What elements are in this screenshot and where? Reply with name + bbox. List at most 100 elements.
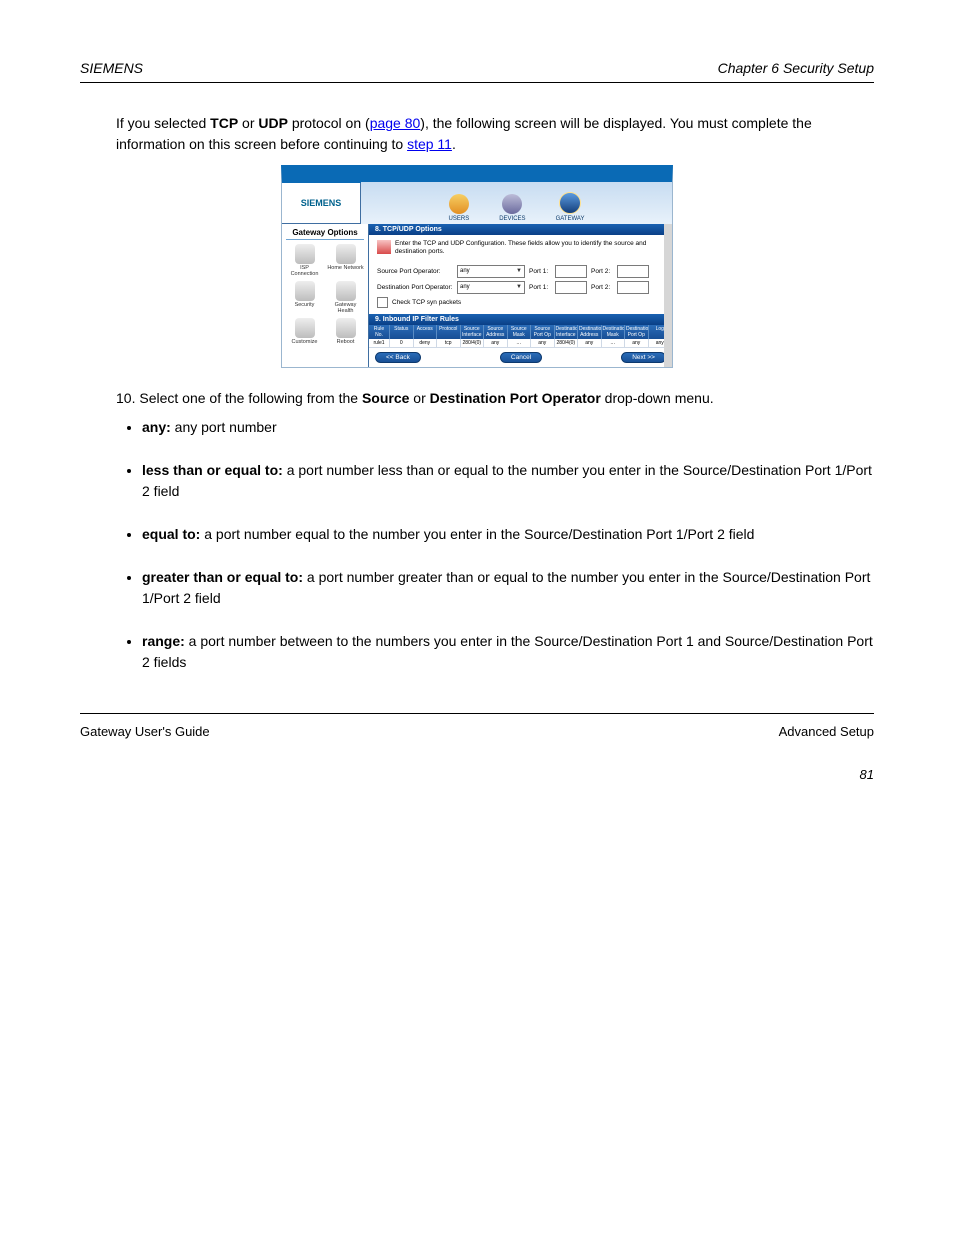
sidebar-item-isp[interactable]: ISP Connection (286, 244, 323, 277)
td: 0 (390, 339, 414, 348)
sidebar-item-label: Home Network (327, 265, 363, 271)
sidebar-item-label: Security (295, 302, 315, 308)
option-title: less than or equal to: (142, 462, 283, 478)
sidebar-item-customize[interactable]: Customize (286, 318, 323, 345)
intro-udp: UDP (258, 115, 288, 131)
sidebar-item-label: Gateway Health (335, 302, 357, 314)
intro-text4: . (452, 136, 456, 152)
page-footer: Gateway User's Guide Advanced Setup (80, 724, 874, 739)
step-text: Select one of the following from the (135, 390, 361, 406)
chevron-down-icon: ▼ (516, 268, 522, 274)
list-item: equal to: a port number equal to the num… (142, 524, 874, 545)
option-title: greater than or equal to: (142, 569, 303, 585)
header-left: SIEMENS (80, 60, 143, 76)
section-bar-rules: 9. Inbound IP Filter Rules (369, 314, 672, 325)
header-right: Chapter 6 Security Setup (718, 60, 874, 76)
tab-gateway-label: GATEWAY (556, 216, 585, 222)
table-row: rule1 0 deny tcp 280/4(0) any … any 280/… (369, 339, 672, 348)
th: Protocol (437, 325, 461, 339)
th: Destination Mask (602, 325, 626, 339)
td: any (578, 339, 602, 348)
sidebar-item-home[interactable]: Home Network (327, 244, 364, 277)
dst-port-label: Destination Port Operator: (377, 284, 453, 291)
page-number: 81 (80, 767, 874, 782)
chevron-down-icon: ▼ (516, 284, 522, 290)
option-body: any port number (171, 419, 277, 435)
cancel-button[interactable]: Cancel (500, 352, 542, 363)
dst-port2-label: Port 2: (591, 284, 613, 291)
tcp-syn-checkbox[interactable] (377, 297, 388, 308)
th: Source Address (484, 325, 508, 339)
td: deny (414, 339, 438, 348)
intro-text2: protocol on ( (288, 115, 370, 131)
th: Destination Port Op (625, 325, 649, 339)
embedded-screenshot: SIEMENS USERS DEVICES GATEWAY Gateway Op… (281, 165, 673, 368)
src-port2-input[interactable] (617, 265, 649, 278)
next-button[interactable]: Next >> (621, 352, 666, 363)
sidebar-item-label: Customize (292, 339, 318, 345)
brand-logo: SIEMENS (282, 183, 361, 223)
select-value: any (460, 268, 470, 274)
td: any (625, 339, 649, 348)
page-header: SIEMENS Chapter 6 Security Setup (80, 60, 874, 76)
tab-gateway[interactable]: GATEWAY (556, 192, 585, 222)
back-button[interactable]: << Back (375, 352, 421, 363)
src-port1-label: Port 1: (529, 268, 551, 275)
td: … (602, 339, 626, 348)
option-body: a port number equal to the number you en… (200, 526, 754, 542)
link-step-11[interactable]: step 11 (407, 136, 452, 152)
sidebar-item-security[interactable]: Security (286, 281, 323, 314)
list-item: any: any port number (142, 417, 874, 438)
src-port2-label: Port 2: (591, 268, 613, 275)
option-body: a port number between to the numbers you… (142, 633, 873, 670)
section-bar-tcpudp: 8. TCP/UDP Options (369, 224, 672, 235)
tcp-syn-label: Check TCP syn packets (392, 299, 461, 306)
tab-devices-label: DEVICES (499, 216, 525, 222)
tab-users[interactable]: USERS (449, 194, 470, 222)
list-item: greater than or equal to: a port number … (142, 567, 874, 609)
intro-tcp: TCP (210, 115, 238, 131)
link-page-80[interactable]: page 80 (370, 115, 421, 131)
sidebar-item-health[interactable]: Gateway Health (327, 281, 364, 314)
th: Destination Interface (555, 325, 579, 339)
th: Access (414, 325, 438, 339)
intro-paragraph: If you selected TCP or UDP protocol on (… (116, 113, 874, 155)
rules-table: Rule No. Status Access Protocol Source I… (369, 325, 672, 348)
src-port-operator-select[interactable]: any ▼ (457, 265, 525, 278)
tab-devices[interactable]: DEVICES (499, 194, 525, 222)
intro-text: If you selected (116, 115, 210, 131)
list-item: range: a port number between to the numb… (142, 631, 874, 673)
step-number: 10. (116, 390, 135, 406)
td: rule1 (369, 339, 390, 348)
sidebar-item-label: ISP Connection (291, 265, 319, 277)
intro-or: or (238, 115, 258, 131)
bold-source: Source (362, 390, 409, 406)
td: … (508, 339, 532, 348)
td: any (531, 339, 555, 348)
section-note: Enter the TCP and UDP Configuration. The… (395, 240, 664, 256)
td: any (484, 339, 508, 348)
options-list: any: any port number less than or equal … (124, 417, 874, 673)
th: Source Port Op (531, 325, 555, 339)
scrollbar[interactable] (664, 224, 672, 367)
sidebar: Gateway Options ISP Connection Home Netw… (282, 224, 369, 367)
option-title: any: (142, 419, 171, 435)
footer-rule (80, 713, 874, 714)
step-tail: drop-down menu. (601, 390, 714, 406)
dst-port-operator-select[interactable]: any ▼ (457, 281, 525, 294)
select-value: any (460, 284, 470, 290)
step-or: or (409, 390, 429, 406)
src-port1-input[interactable] (555, 265, 587, 278)
option-title: range: (142, 633, 185, 649)
dst-port2-input[interactable] (617, 281, 649, 294)
option-title: equal to: (142, 526, 200, 542)
dst-port1-input[interactable] (555, 281, 587, 294)
th: Destination Address (578, 325, 602, 339)
table-header: Rule No. Status Access Protocol Source I… (369, 325, 672, 339)
footer-left: Gateway User's Guide (80, 724, 210, 739)
top-tabs: USERS DEVICES GATEWAY (361, 182, 672, 225)
td: 280/4(0) (555, 339, 579, 348)
sidebar-item-reboot[interactable]: Reboot (327, 318, 364, 345)
dst-port1-label: Port 1: (529, 284, 551, 291)
th: Rule No. (369, 325, 390, 339)
